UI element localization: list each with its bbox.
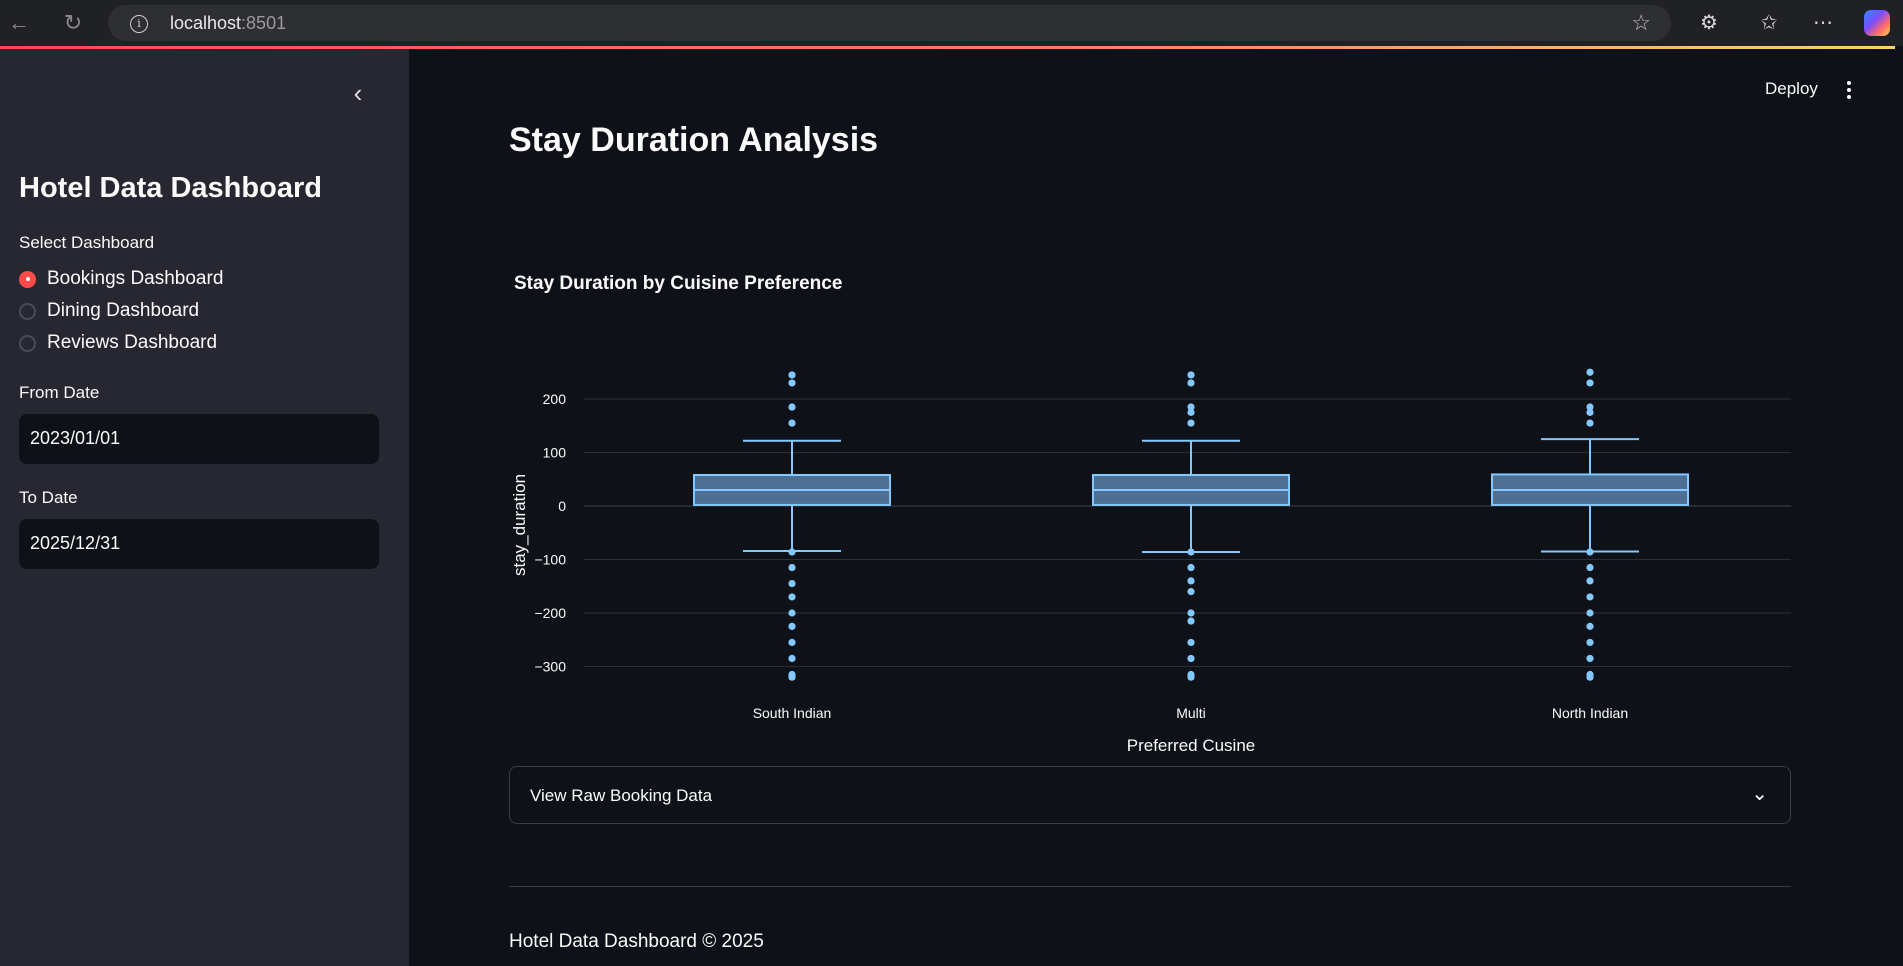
y-tick-label: −300 bbox=[534, 659, 566, 675]
reload-icon[interactable]: ↻ bbox=[58, 8, 88, 38]
outlier-point bbox=[788, 609, 796, 617]
x-axis-ticks: South Indian Multi North Indian bbox=[753, 705, 1628, 721]
radio-unselected-icon bbox=[19, 334, 36, 352]
chevron-down-icon: ⌄ bbox=[1751, 783, 1768, 805]
address-bar[interactable]: i localhost:8501 ☆ bbox=[108, 5, 1671, 41]
outlier-point bbox=[788, 673, 796, 681]
more-options-icon[interactable]: ⋯ bbox=[1808, 8, 1838, 38]
outlier-point bbox=[1187, 408, 1195, 416]
site-info-icon[interactable]: i bbox=[130, 15, 148, 33]
outlier-point bbox=[1187, 588, 1195, 596]
y-tick-label: 0 bbox=[558, 498, 566, 514]
outlier-point bbox=[1586, 548, 1594, 556]
outlier-point bbox=[1187, 379, 1195, 387]
y-tick-label: 100 bbox=[543, 445, 567, 461]
chart-boxes bbox=[693, 368, 1689, 681]
main-menu-icon[interactable] bbox=[1844, 81, 1854, 101]
main-content: Deploy Stay Duration Analysis Stay Durat… bbox=[409, 49, 1895, 966]
outlier-point bbox=[1586, 408, 1594, 416]
footer-text: Hotel Data Dashboard © 2025 bbox=[509, 931, 764, 952]
outlier-point bbox=[1586, 577, 1594, 585]
outlier-point bbox=[788, 548, 796, 556]
page-title: Stay Duration Analysis bbox=[509, 121, 879, 159]
select-dashboard-label: Select Dashboard bbox=[19, 233, 155, 252]
copilot-icon[interactable] bbox=[1864, 10, 1890, 36]
url-text: localhost:8501 bbox=[170, 13, 287, 33]
x-tick-label: South Indian bbox=[753, 705, 832, 721]
y-tick-label: −100 bbox=[534, 552, 566, 568]
outlier-point bbox=[788, 622, 796, 630]
outlier-point bbox=[1586, 654, 1594, 663]
browser-toolbar: ← ↻ i localhost:8501 ☆ ⚙ ✩ ⋯ bbox=[0, 0, 1903, 46]
to-date-label: To Date bbox=[19, 488, 78, 507]
outlier-point bbox=[1187, 617, 1195, 625]
outlier-point bbox=[788, 638, 796, 647]
deploy-button[interactable]: Deploy bbox=[1765, 79, 1818, 99]
radio-reviews-dashboard[interactable]: Reviews Dashboard bbox=[19, 331, 217, 355]
box-multi bbox=[1092, 371, 1290, 681]
outlier-point bbox=[788, 579, 796, 588]
radio-dining-dashboard[interactable]: Dining Dashboard bbox=[19, 299, 199, 323]
outlier-point bbox=[1586, 638, 1594, 647]
chart-title: Stay Duration by Cuisine Preference bbox=[514, 273, 842, 294]
outlier-point bbox=[788, 419, 796, 427]
x-axis-label: Preferred Cusine bbox=[1127, 736, 1256, 754]
favorites-icon[interactable]: ✩ bbox=[1754, 8, 1784, 38]
box-plot-chart[interactable]: Stay Duration by Cuisine Preference 200 1… bbox=[509, 214, 1791, 754]
outlier-point bbox=[788, 654, 796, 663]
sidebar-title: Hotel Data Dashboard bbox=[19, 172, 322, 204]
box-north-indian bbox=[1491, 368, 1689, 681]
radio-bookings-dashboard[interactable]: Bookings Dashboard bbox=[19, 267, 223, 291]
x-tick-label: Multi bbox=[1176, 705, 1206, 721]
outlier-point bbox=[1586, 419, 1594, 427]
divider bbox=[509, 886, 1791, 887]
outlier-point bbox=[1187, 371, 1195, 379]
outlier-point bbox=[788, 593, 796, 601]
outlier-point bbox=[1187, 577, 1195, 585]
outlier-point bbox=[1586, 379, 1594, 387]
y-axis-label: stay_duration bbox=[510, 474, 529, 576]
outlier-point bbox=[1187, 563, 1195, 572]
outlier-point bbox=[1586, 609, 1594, 617]
collapse-sidebar-chevron-icon[interactable]: ‹ bbox=[346, 80, 370, 106]
outlier-point bbox=[1187, 654, 1195, 663]
outlier-point bbox=[1187, 548, 1195, 556]
radio-selected-icon bbox=[19, 270, 36, 288]
outlier-point bbox=[1187, 609, 1195, 617]
outlier-point bbox=[1586, 622, 1594, 630]
outlier-point bbox=[788, 379, 796, 387]
sidebar: ‹ Hotel Data Dashboard Select Dashboard … bbox=[0, 49, 409, 966]
x-tick-label: North Indian bbox=[1552, 705, 1628, 721]
y-tick-label: 200 bbox=[543, 391, 567, 407]
y-axis-ticks: 200 100 0 −100 −200 −300 bbox=[534, 391, 566, 675]
outlier-point bbox=[1187, 419, 1195, 427]
outlier-point bbox=[788, 371, 796, 379]
y-tick-label: −200 bbox=[534, 605, 566, 621]
from-date-label: From Date bbox=[19, 383, 100, 402]
outlier-point bbox=[1586, 563, 1594, 572]
outlier-point bbox=[788, 403, 796, 411]
back-arrow-icon[interactable]: ← bbox=[4, 8, 34, 38]
from-date-input[interactable]: 2023/01/01 bbox=[19, 414, 379, 464]
raw-data-expander[interactable]: View Raw Booking Data ⌄ bbox=[509, 766, 1791, 824]
outlier-point bbox=[1586, 368, 1594, 376]
radio-unselected-icon bbox=[19, 302, 36, 320]
favorite-star-icon[interactable]: ☆ bbox=[1631, 10, 1651, 36]
box-south-indian bbox=[693, 371, 891, 681]
outlier-point bbox=[788, 563, 796, 572]
extensions-icon[interactable]: ⚙ bbox=[1694, 8, 1724, 38]
outlier-point bbox=[1586, 673, 1594, 681]
to-date-input[interactable]: 2025/12/31 bbox=[19, 519, 379, 569]
outlier-point bbox=[1187, 673, 1195, 681]
outlier-point bbox=[1187, 638, 1195, 647]
outlier-point bbox=[1586, 593, 1594, 601]
